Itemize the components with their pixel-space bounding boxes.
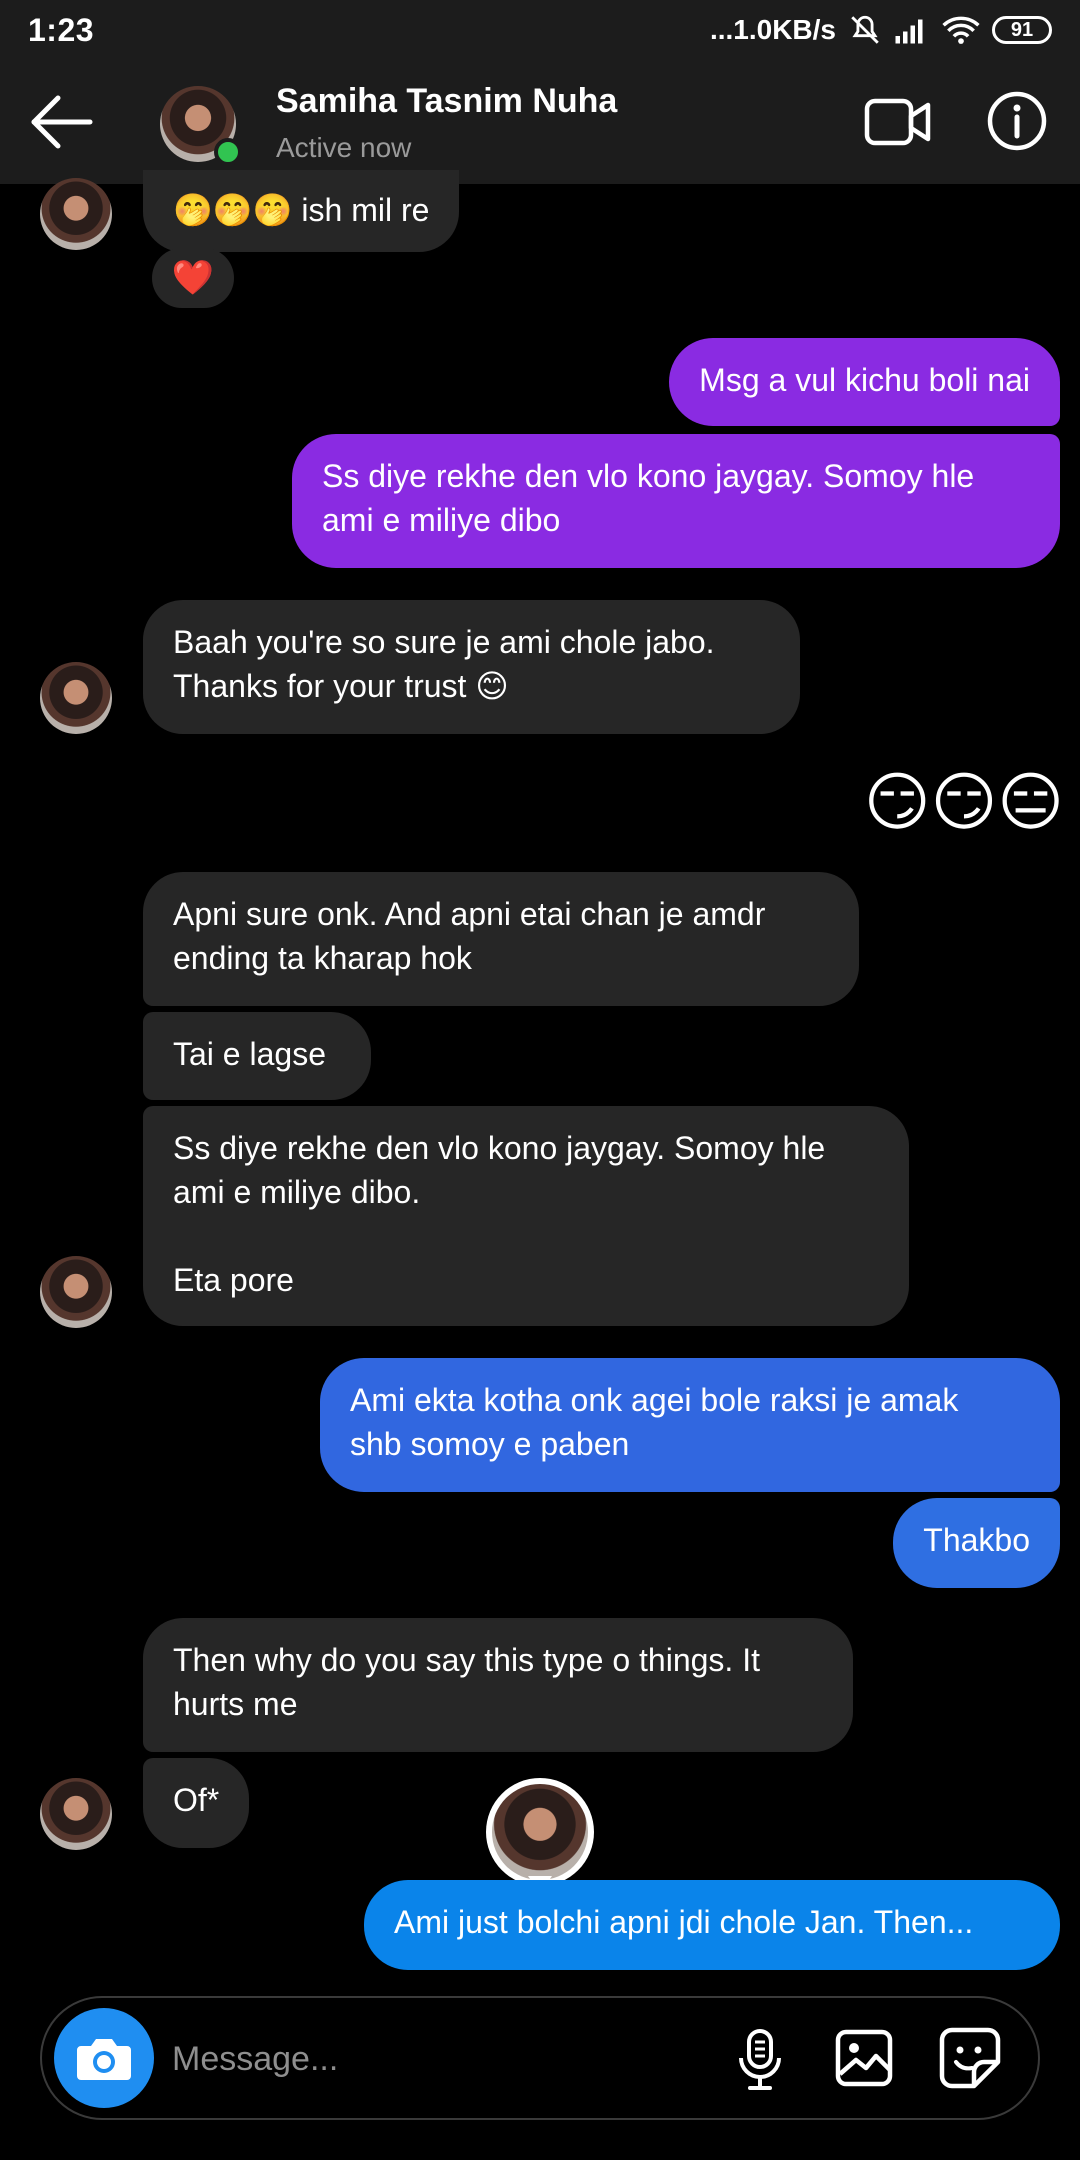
contact-avatar[interactable] [160, 86, 242, 166]
message-bubble-incoming[interactable]: Baah you're so sure je ami chole jabo. T… [143, 600, 800, 734]
status-time: 1:23 [28, 11, 95, 48]
image-icon [835, 2029, 893, 2087]
message-bubble-incoming[interactable]: Then why do you say this type o things. … [143, 1618, 853, 1752]
wifi-icon [942, 16, 980, 44]
chat-header: Samiha Tasnim Nuha Active now [0, 60, 1080, 184]
battery-icon: 91 [992, 16, 1052, 44]
voice-message-button[interactable] [734, 2028, 786, 2092]
status-icons: ...1.0KB/s 91 [710, 13, 1052, 47]
contact-name[interactable]: Samiha Tasnim Nuha [276, 82, 617, 121]
message-bubble-outgoing[interactable]: Msg a vul kichu boli nai [669, 338, 1060, 426]
signal-icon [895, 19, 923, 44]
sender-avatar[interactable] [40, 1778, 112, 1850]
video-call-button[interactable] [864, 96, 932, 148]
sender-avatar[interactable] [40, 662, 112, 734]
gallery-button[interactable] [834, 2028, 894, 2088]
avatar [492, 1784, 588, 1880]
sticker-button[interactable] [938, 2026, 1002, 2090]
seen-indicator-avatar [486, 1778, 594, 1894]
message-bubble-incoming[interactable]: Apni sure onk. And apni etai chan je amd… [143, 872, 859, 1006]
message-bubble-incoming[interactable]: 🤭🤭🤭 ish mil re [143, 170, 460, 252]
back-button[interactable] [24, 84, 100, 160]
status-bar: 1:23 ...1.0KB/s 91 [0, 0, 1080, 60]
emoji-message[interactable]: 😏😏😑 [864, 766, 1064, 838]
message-bubble-outgoing[interactable]: Ss diye rekhe den vlo kono jaygay. Somoy… [292, 434, 1060, 568]
info-icon [987, 91, 1047, 151]
sender-avatar[interactable] [40, 178, 112, 250]
video-camera-icon [864, 98, 931, 146]
message-composer [40, 1996, 1040, 2120]
mute-icon [851, 15, 879, 44]
arrow-left-icon [31, 95, 93, 149]
microphone-icon [739, 2029, 781, 2090]
network-speed: ...1.0KB/s [709, 14, 836, 45]
reaction-heart-icon[interactable]: ❤️ [152, 248, 234, 308]
contact-status: Active now [276, 132, 412, 163]
camera-button[interactable] [54, 2008, 154, 2108]
info-button[interactable] [986, 90, 1048, 152]
message-bubble-incoming[interactable]: Of* [143, 1758, 250, 1848]
message-bubble-incoming[interactable]: Ss diye rekhe den vlo kono jaygay. Somoy… [143, 1106, 909, 1326]
online-indicator [214, 138, 242, 166]
message-bubble-incoming[interactable]: Tai e lagse [143, 1012, 371, 1100]
camera-icon [77, 2039, 131, 2080]
sticker-icon [939, 2027, 1001, 2089]
sender-avatar[interactable] [40, 1256, 112, 1328]
message-bubble-outgoing[interactable]: Ami just bolchi apni jdi chole Jan. Then… [364, 1880, 1060, 1970]
message-input[interactable] [170, 2028, 734, 2090]
message-bubble-outgoing[interactable]: Thakbo [893, 1498, 1060, 1588]
message-bubble-outgoing[interactable]: Ami ekta kotha onk agei bole raksi je am… [320, 1358, 1060, 1492]
